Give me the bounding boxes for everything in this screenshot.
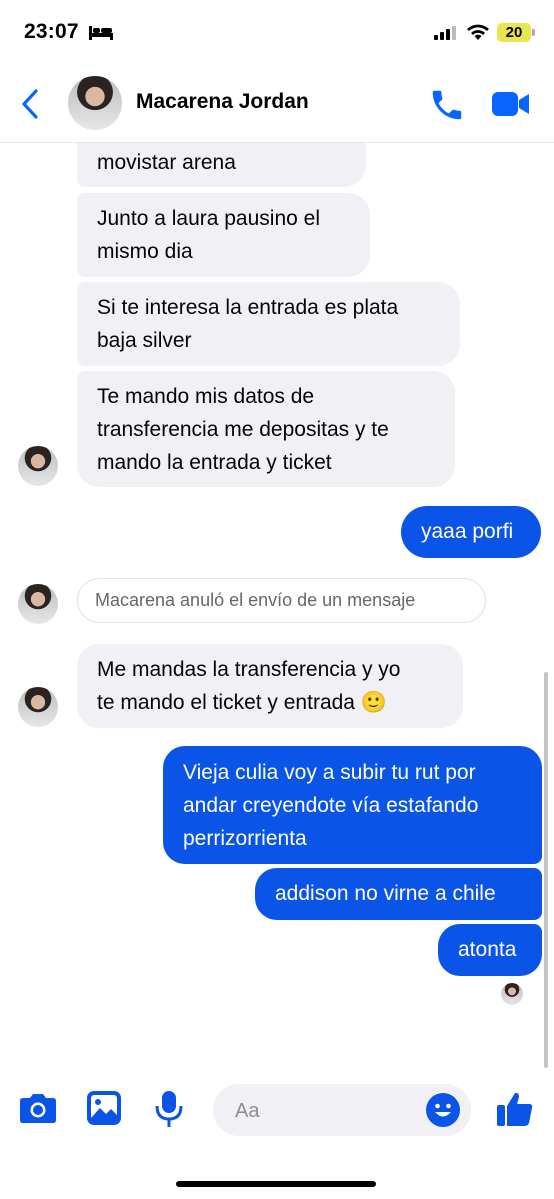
message-bubble-outgoing[interactable]: addison no virne a chile — [255, 868, 542, 920]
message-line: mando la entrada y ticket — [97, 451, 332, 474]
message-line: atonta — [458, 938, 517, 961]
cellular-signal-icon — [434, 26, 456, 40]
message-bubble-incoming[interactable]: Te mando mis datos de transferencia me d… — [77, 371, 455, 487]
message-line: Vieja culia voy a subir tu rut por — [183, 761, 476, 784]
message-line: movistar arena — [97, 151, 236, 174]
status-bar: 23:07 20 — [0, 0, 554, 66]
message-line: transferencia me depositas y te — [97, 418, 389, 441]
message-line: yaaa porfi — [421, 520, 514, 543]
battery-indicator: 20 — [497, 23, 531, 42]
message-line: Si te interesa la entrada es plata — [97, 296, 399, 319]
wifi-icon — [467, 24, 489, 40]
contact-name[interactable]: Macarena Jordan — [136, 90, 309, 114]
message-line: Te mando mis datos de — [97, 385, 315, 408]
message-bubble-outgoing[interactable]: Vieja culia voy a subir tu rut por andar… — [163, 746, 542, 864]
status-time: 23:07 — [24, 20, 79, 43]
message-bubble-incoming[interactable]: Me mandas la transferencia y yo te mando… — [77, 644, 463, 728]
message-bubble-outgoing[interactable]: atonta — [438, 924, 542, 976]
message-input[interactable] — [233, 1084, 417, 1138]
emoji-icon[interactable] — [426, 1093, 460, 1127]
battery-tip — [532, 29, 535, 36]
camera-icon[interactable] — [19, 1092, 57, 1124]
sender-avatar[interactable] — [18, 584, 58, 624]
home-indicator[interactable] — [176, 1181, 376, 1187]
message-input-box[interactable] — [213, 1084, 471, 1138]
composer-bar — [0, 1070, 554, 1199]
unsent-message-notice: Macarena anuló el envío de un mensaje — [77, 578, 486, 623]
phone-icon[interactable] — [428, 86, 466, 124]
thumbs-up-icon[interactable] — [496, 1090, 534, 1128]
message-line: Me mandas la transferencia y yo — [97, 658, 401, 681]
message-line: addison no virne a chile — [275, 882, 496, 905]
sender-avatar[interactable] — [18, 446, 58, 486]
message-bubble-incoming[interactable]: Junto a laura pausino el mismo dia — [77, 193, 370, 277]
back-chevron-icon[interactable] — [20, 88, 40, 120]
chat-header: Macarena Jordan — [0, 66, 554, 143]
message-line: andar creyendote vía estafando — [183, 794, 479, 817]
seen-receipt-avatar — [501, 983, 523, 1005]
microphone-icon[interactable] — [154, 1090, 184, 1128]
sender-avatar[interactable] — [18, 687, 58, 727]
message-bubble-outgoing[interactable]: yaaa porfi — [401, 506, 541, 558]
contact-avatar[interactable] — [68, 76, 122, 130]
message-line: mismo dia — [97, 240, 193, 263]
video-camera-icon[interactable] — [492, 90, 530, 118]
sleep-focus-icon — [89, 26, 113, 40]
message-bubble-incoming[interactable]: Si te interesa la entrada es plata baja … — [77, 282, 460, 366]
scrollbar[interactable] — [544, 672, 548, 1068]
gallery-icon[interactable] — [86, 1090, 122, 1126]
message-line: perrizorrienta — [183, 827, 307, 850]
message-line: te mando el ticket y entrada 🙂 — [97, 691, 387, 714]
message-line: Junto a laura pausino el — [97, 207, 320, 230]
message-line: baja silver — [97, 329, 192, 352]
